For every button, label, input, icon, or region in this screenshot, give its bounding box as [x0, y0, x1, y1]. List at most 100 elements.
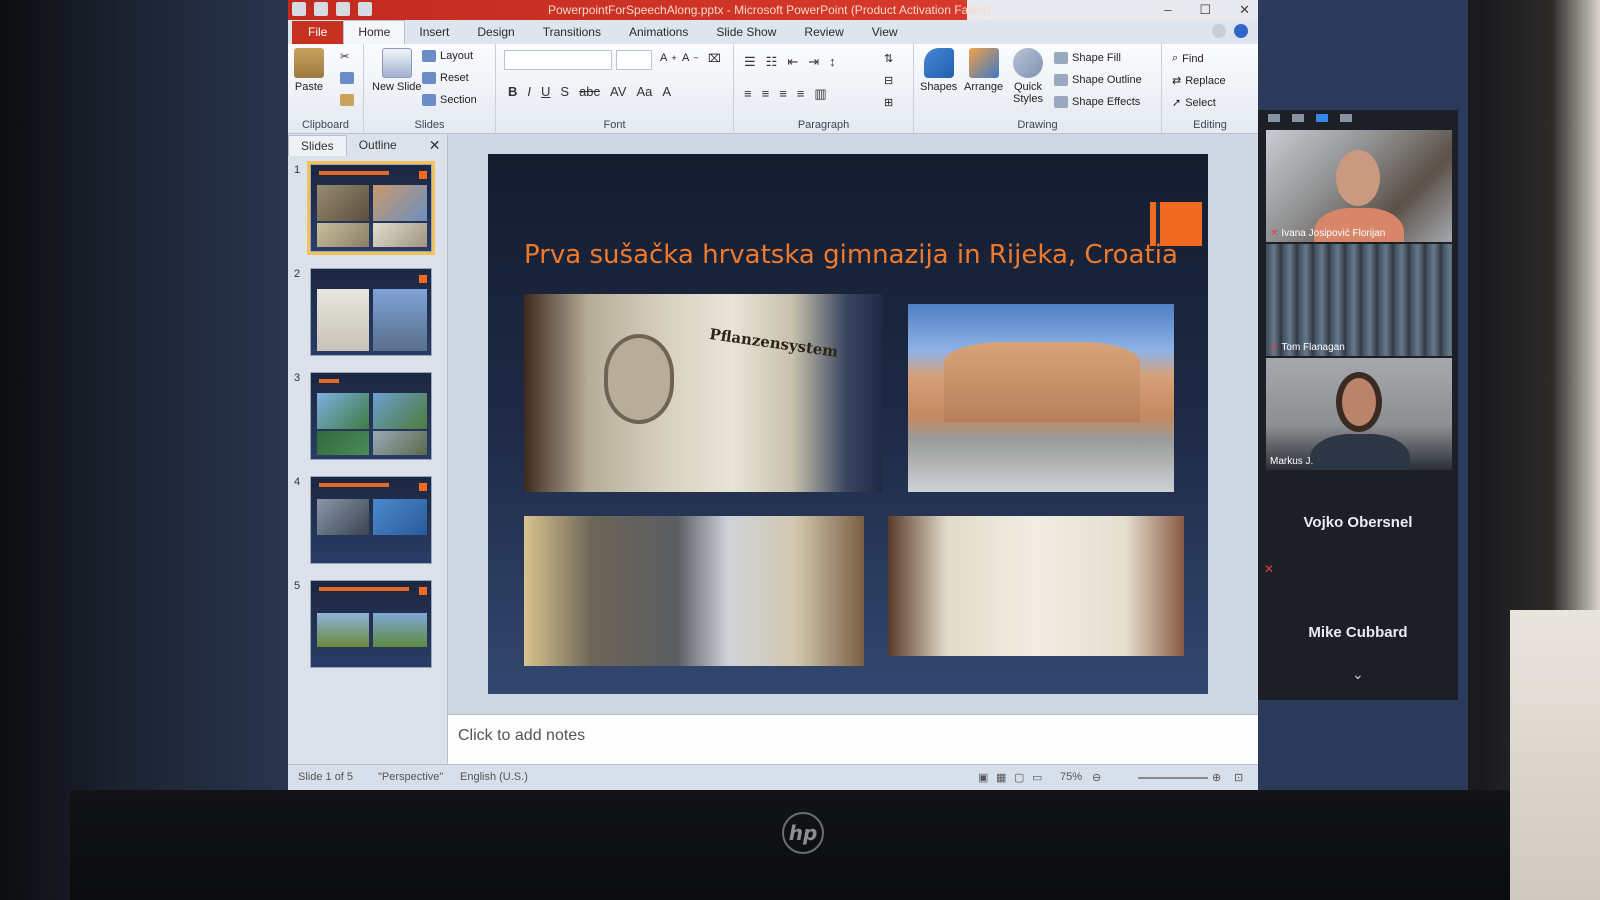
- chevron-down-icon[interactable]: ⌄: [1352, 666, 1364, 683]
- bullets-icon[interactable]: ☰: [744, 54, 756, 70]
- fit-to-window-icon[interactable]: ⊡: [1234, 771, 1243, 784]
- arrange-label: Arrange: [964, 81, 1004, 93]
- change-case-icon[interactable]: Aa: [636, 84, 652, 99]
- zoom-level[interactable]: 75%: [1060, 771, 1082, 783]
- replace-label: Replace: [1185, 74, 1226, 87]
- notes-pane[interactable]: Click to add notes: [448, 714, 1258, 764]
- ribbon-minimize-icon[interactable]: [1212, 24, 1226, 38]
- slide-sorter-icon[interactable]: ▦: [996, 771, 1006, 784]
- slide-title[interactable]: Prva sušačka hrvatska gimnazija in Rijek…: [524, 240, 1178, 270]
- participant-video[interactable]: ✕ Tom Flanagan: [1266, 244, 1452, 356]
- strikethrough-icon[interactable]: abc: [579, 84, 600, 99]
- tab-view[interactable]: View: [858, 21, 912, 44]
- tab-transitions[interactable]: Transitions: [529, 21, 615, 44]
- shadow-icon[interactable]: S: [560, 84, 569, 99]
- maximize-icon[interactable]: ☐: [1199, 2, 1211, 18]
- align-text-icon[interactable]: ⊟: [884, 74, 893, 87]
- tab-slide-show[interactable]: Slide Show: [702, 21, 790, 44]
- slideshow-icon[interactable]: ▭: [1032, 771, 1042, 784]
- increase-indent-icon[interactable]: ⇥: [808, 54, 819, 70]
- tab-outline[interactable]: Outline: [347, 135, 409, 155]
- font-color-icon[interactable]: A: [662, 84, 671, 99]
- herbarium-sheets-photo[interactable]: [888, 516, 1184, 656]
- strip-view-icon[interactable]: [1316, 114, 1328, 122]
- gallery-view-icon[interactable]: [1340, 114, 1352, 122]
- close-icon[interactable]: ✕: [1239, 2, 1250, 18]
- zoom-slider[interactable]: [1138, 777, 1208, 779]
- book-photo[interactable]: Pflanzensystem: [524, 294, 882, 492]
- copy-icon[interactable]: [340, 72, 354, 84]
- participant-video[interactable]: ✕ Ivana Josipović Florijan: [1266, 130, 1452, 242]
- arrange-button[interactable]: Arrange: [964, 48, 1003, 93]
- tab-file[interactable]: File: [292, 21, 344, 44]
- align-right-icon[interactable]: ≡: [779, 86, 787, 102]
- underline-icon[interactable]: U: [541, 84, 550, 99]
- school-building-photo[interactable]: [908, 304, 1174, 492]
- smartart-icon[interactable]: ⊞: [884, 96, 893, 109]
- help-icon[interactable]: [1234, 24, 1248, 38]
- line-spacing-icon[interactable]: ↕: [829, 54, 836, 70]
- speaker-view-icon[interactable]: [1292, 114, 1304, 122]
- shape-effects-button[interactable]: Shape Effects: [1054, 96, 1140, 108]
- replace-button[interactable]: ⇄ Replace: [1172, 74, 1226, 88]
- notes-placeholder: Click to add notes: [458, 727, 586, 744]
- tab-design[interactable]: Design: [463, 21, 528, 44]
- bold-icon[interactable]: B: [508, 84, 517, 99]
- char-spacing-icon[interactable]: AV: [610, 84, 626, 99]
- zoom-out-icon[interactable]: ⊖: [1092, 771, 1101, 784]
- numbering-icon[interactable]: ☷: [766, 54, 778, 70]
- shape-outline-button[interactable]: Shape Outline: [1054, 74, 1142, 86]
- slide-thumb-1[interactable]: 1: [294, 161, 435, 255]
- minimize-icon[interactable]: –: [1164, 2, 1171, 18]
- participant-name[interactable]: Vojko Obersnel: [1258, 514, 1458, 531]
- paste-button[interactable]: Paste: [294, 48, 324, 93]
- shapes-button[interactable]: Shapes: [920, 48, 957, 93]
- tab-animations[interactable]: Animations: [615, 21, 702, 44]
- slide-thumb-5[interactable]: 5: [294, 580, 432, 668]
- font-size-select[interactable]: [616, 50, 652, 70]
- save-icon[interactable]: [314, 2, 328, 16]
- participant-video[interactable]: Markus J.: [1266, 358, 1452, 470]
- language-indicator[interactable]: English (U.S.): [460, 771, 528, 783]
- find-button[interactable]: ⌕ Find: [1172, 52, 1204, 65]
- normal-view-icon[interactable]: ▣: [978, 771, 988, 784]
- new-slide-button[interactable]: New Slide: [372, 48, 422, 93]
- slide-thumb-2[interactable]: 2: [294, 268, 432, 356]
- shrink-font-icon[interactable]: A −: [682, 52, 699, 64]
- redo-icon[interactable]: [358, 2, 372, 16]
- undo-icon[interactable]: [336, 2, 350, 16]
- align-left-icon[interactable]: ≡: [744, 86, 752, 102]
- font-family-select[interactable]: [504, 50, 612, 70]
- justify-icon[interactable]: ≡: [797, 86, 805, 102]
- select-button[interactable]: ➚ Select: [1172, 96, 1216, 110]
- new-slide-label: New Slide: [372, 81, 422, 93]
- layout-button[interactable]: Layout: [422, 50, 473, 62]
- slide-number: 1: [294, 164, 301, 176]
- cut-icon[interactable]: ✂: [340, 50, 349, 63]
- tab-insert[interactable]: Insert: [405, 21, 463, 44]
- slide-thumb-3[interactable]: 3: [294, 372, 432, 460]
- clear-formatting-icon[interactable]: ⌧: [708, 52, 721, 65]
- reset-button[interactable]: Reset: [422, 72, 469, 84]
- reading-view-icon[interactable]: ▢: [1014, 771, 1024, 784]
- shape-fill-button[interactable]: Shape Fill: [1054, 52, 1121, 64]
- text-direction-icon[interactable]: ⇅: [884, 52, 893, 65]
- tab-home[interactable]: Home: [343, 20, 406, 44]
- quick-styles-button[interactable]: Quick Styles: [1010, 48, 1046, 105]
- italic-icon[interactable]: I: [527, 84, 531, 99]
- minimize-video-icon[interactable]: [1268, 114, 1280, 122]
- participant-name[interactable]: Mike Cubbard: [1258, 624, 1458, 641]
- columns-icon[interactable]: ▥: [814, 86, 826, 102]
- decrease-indent-icon[interactable]: ⇤: [787, 54, 798, 70]
- grow-font-icon[interactable]: A +: [660, 52, 677, 64]
- herbarium-display-photo[interactable]: [524, 516, 864, 666]
- zoom-in-icon[interactable]: ⊕: [1212, 771, 1221, 784]
- tab-slides[interactable]: Slides: [288, 134, 347, 156]
- close-panel-icon[interactable]: ✕: [429, 137, 441, 154]
- tab-review[interactable]: Review: [790, 21, 857, 44]
- format-painter-icon[interactable]: [340, 94, 354, 106]
- slide-thumb-4[interactable]: 4: [294, 476, 432, 564]
- current-slide[interactable]: Prva sušačka hrvatska gimnazija in Rijek…: [488, 154, 1208, 694]
- section-button[interactable]: Section: [422, 94, 477, 106]
- align-center-icon[interactable]: ≡: [762, 86, 770, 102]
